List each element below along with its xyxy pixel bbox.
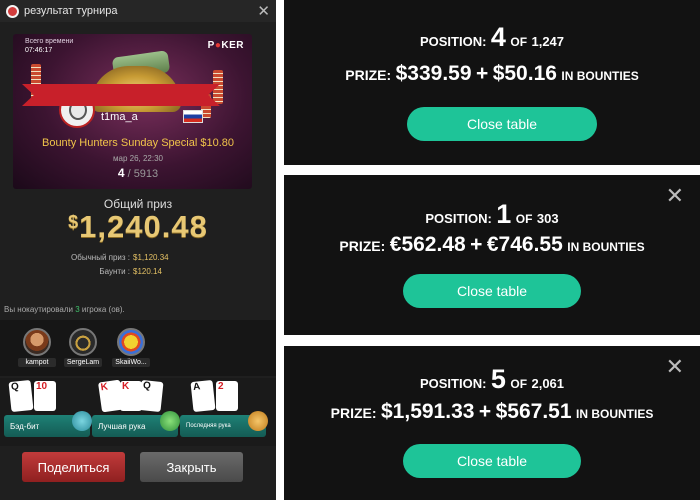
- knocked-player-name: SergeLam: [64, 358, 102, 367]
- hands-section: Q 10 Бэд-бит K K Q Лучшая рука A 2 После…: [0, 378, 276, 446]
- player-ribbon: [22, 84, 220, 106]
- regular-prize-label: Обычный приз :: [71, 253, 130, 262]
- medal-icon: [248, 411, 268, 431]
- window-header: результат турнира ✕: [0, 0, 276, 22]
- result-panel: ✕ POSITION: 1 OF 303 PRIZE: €562.48 + €7…: [284, 175, 700, 335]
- prize-amount: €562.48: [389, 233, 466, 256]
- entrants-total: 303: [536, 211, 559, 226]
- entrants-total: 2,061: [531, 376, 565, 391]
- share-button[interactable]: Поделиться: [22, 452, 125, 482]
- cartoon-avatar-icon: [117, 328, 145, 356]
- position-line: POSITION: 5 OF 2,061: [419, 364, 565, 394]
- bounty-value: $120.14: [133, 267, 162, 276]
- position-line: POSITION: 4 OF 1,247: [419, 22, 565, 52]
- knocked-players-list: kampot SergeLam SkaiiWo...: [0, 320, 276, 376]
- prize-line: PRIZE: $1,591.33 + $567.51 IN BOUNTIES: [330, 400, 654, 423]
- tournament-result-window: результат турнира ✕ Всего времени 07:46:…: [0, 0, 276, 500]
- close-table-button[interactable]: Close table: [403, 444, 581, 478]
- knocked-player[interactable]: SkaiiWo...: [112, 328, 150, 367]
- knockout-summary: Вы нокаутировали 3 игрока (ов).: [4, 305, 125, 314]
- prize-line: PRIZE: €562.48 + €746.55 IN BOUNTIES: [339, 233, 645, 256]
- prize-amount: $339.59: [395, 62, 472, 85]
- playing-card: A: [190, 379, 216, 413]
- prize-amount: $1,591.33: [381, 400, 475, 423]
- bad-beat-hand[interactable]: Q 10 Бэд-бит: [4, 379, 92, 443]
- player-avatar-icon: [23, 328, 51, 356]
- last-hand[interactable]: A 2 Последняя рука: [180, 379, 268, 443]
- medal-icon: [72, 411, 92, 431]
- time-label: Всего времени: [25, 38, 74, 45]
- app-logo-icon: [6, 4, 19, 18]
- bounty-amount: $50.16: [492, 62, 557, 85]
- tournament-date: мар 26, 22:30: [113, 154, 163, 163]
- position-value: 4: [117, 166, 125, 180]
- entrants-total: 1,247: [531, 34, 565, 49]
- knocked-player-name: kampot: [18, 358, 56, 367]
- prize-line: PRIZE: $339.59 + $50.16 IN BOUNTIES: [345, 62, 639, 85]
- bounty-label: Баунти :: [99, 267, 130, 276]
- last-hand-button[interactable]: Последняя рука: [180, 411, 268, 437]
- window-title: результат турнира: [24, 5, 118, 17]
- russia-flag-icon: [183, 110, 203, 123]
- brand-logo: P●KER: [207, 40, 244, 51]
- result-panel: POSITION: 4 OF 1,247 PRIZE: $339.59 + $5…: [284, 0, 700, 165]
- position-value: 4: [490, 22, 506, 52]
- close-table-button[interactable]: Close table: [407, 107, 597, 141]
- bad-beat-button[interactable]: Бэд-бит: [4, 411, 92, 437]
- close-table-button[interactable]: Close table: [403, 274, 581, 308]
- position-value: 1: [496, 199, 512, 229]
- knocked-player[interactable]: SergeLam: [64, 328, 102, 367]
- playing-card: Q: [138, 379, 164, 413]
- screenshot-root: результат турнира ✕ Всего времени 07:46:…: [0, 0, 700, 500]
- entrants-value: 5913: [133, 168, 159, 180]
- horseshoe-avatar-icon: [69, 328, 97, 356]
- total-prize-value: $1,240.48: [68, 209, 208, 244]
- result-panel: ✕ POSITION: 5 OF 2,061 PRIZE: $1,591.33 …: [284, 346, 700, 500]
- playing-card: Q: [8, 379, 34, 413]
- bounty-amount: $567.51: [495, 400, 572, 423]
- time-value: 07:46:17: [25, 47, 53, 54]
- bounty-amount: €746.55: [486, 233, 563, 256]
- close-button[interactable]: Закрыть: [140, 452, 243, 482]
- medal-icon: [160, 411, 180, 431]
- player-name: t1ma_a: [101, 111, 138, 123]
- finish-position: 4 / 5913: [117, 166, 159, 180]
- knocked-player-name: SkaiiWo...: [112, 358, 150, 367]
- playing-card: 2: [216, 381, 238, 411]
- best-hand[interactable]: K K Q Лучшая рука: [92, 379, 180, 443]
- position-line: POSITION: 1 OF 303: [425, 199, 559, 229]
- tournament-name: Bounty Hunters Sunday Special $10.80: [41, 137, 235, 149]
- position-value: 5: [490, 364, 506, 394]
- best-hand-button[interactable]: Лучшая рука: [92, 411, 180, 437]
- knocked-player[interactable]: kampot: [18, 328, 56, 367]
- close-icon[interactable]: ✕: [257, 4, 270, 19]
- playing-card: 10: [34, 381, 56, 411]
- regular-prize-value: $1,120.34: [133, 253, 169, 262]
